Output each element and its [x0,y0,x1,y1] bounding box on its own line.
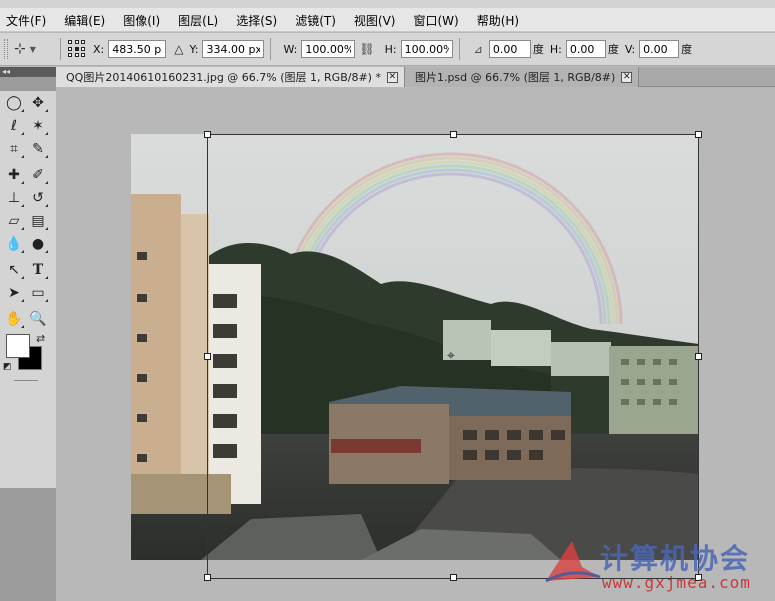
ref-point[interactable] [81,40,86,44]
menu-edit[interactable]: 编辑(E) [64,12,113,29]
transform-pivot-icon[interactable]: ⌖ [447,349,455,363]
hand-icon[interactable]: ✋ [2,308,26,330]
vskew-label: V: [624,42,636,56]
options-bar: ⊹ ▼ X: △ Y: W: ⛓ H: ⊿ 度 H: 度 V: 度 [0,33,775,66]
divider [60,38,61,60]
horizontal-skew-field[interactable] [565,40,606,58]
menu-bar: 文件(F) 编辑(E) 图像(I) 图层(L) 选择(S) 滤镜(T) 视图(V… [0,0,775,32]
brush-icon[interactable]: ✐ [26,164,50,186]
menu-select[interactable]: 选择(S) [236,12,285,29]
default-colors-icon[interactable]: ◩ [3,362,12,372]
transform-handle-bottom[interactable] [450,574,457,581]
reference-point-locator[interactable] [67,39,87,59]
y-position-field[interactable] [202,40,265,58]
link-icon[interactable]: ⛓ [359,42,374,56]
menu-file[interactable]: 文件(F) [6,12,54,29]
ref-point[interactable] [68,46,72,51]
move-icon[interactable]: ✥ [26,92,50,114]
transform-handle-top-right[interactable] [695,131,702,138]
logo-icon [545,541,601,583]
watermark-url: www.gxjmea.com [602,573,751,592]
width-label: W: [283,42,298,56]
menu-view[interactable]: 视图(V) [354,12,404,29]
relative-position-icon[interactable]: △ [174,42,183,56]
hskew-label: H: [549,42,562,56]
menu-filter[interactable]: 滤镜(T) [295,12,344,29]
tool-list: ◯ ✥ ℓ ✶ ⌗ ✎ ✚ ✐ ⊥ ↺ ▱ ▤ 💧 ● ↖ T ➤ ▭ ✋ 🔍 … [0,91,56,488]
close-icon[interactable]: ✕ [386,71,398,83]
ref-point[interactable] [81,53,86,58]
vertical-skew-field[interactable] [639,40,680,58]
lasso-icon[interactable]: ℓ [2,115,26,137]
ref-point-center[interactable] [74,46,79,51]
direct-selection-icon[interactable]: ➤ [2,282,26,304]
tools-panel: ◂◂ ◯ ✥ ℓ ✶ ⌗ ✎ ✚ ✐ ⊥ ↺ ▱ ▤ 💧 ● ↖ T ➤ ▭ ✋… [0,67,56,601]
swap-colors-icon[interactable]: ⇄ [36,332,45,345]
path-selection-icon[interactable]: ↖ [2,259,26,281]
menu-help[interactable]: 帮助(H) [477,12,527,29]
width-field[interactable] [301,40,356,58]
ref-point[interactable] [81,46,86,51]
color-swatches: ⇄ ◩ [0,330,56,390]
ref-point[interactable] [74,53,79,58]
crop-icon[interactable]: ⌗ [2,138,26,160]
watermark: 计算机协会 www.gxjmea.com [542,535,772,599]
collapse-icon[interactable]: ◂◂ [0,67,56,77]
quick-mask-toggle[interactable] [14,380,38,382]
divider [270,38,272,60]
hskew-unit: 度 [607,43,619,56]
x-position-field[interactable] [108,40,167,58]
divider [458,38,460,60]
menu-window[interactable]: 窗口(W) [413,12,466,29]
x-label: X: [93,42,105,56]
transform-handle-top-left[interactable] [204,131,211,138]
tab-document-1[interactable]: QQ图片20140610160231.jpg @ 66.7% (图层 1, RG… [56,67,405,87]
rotate-angle-icon: ⊿ [473,42,483,56]
ref-point[interactable] [68,53,72,58]
eraser-icon[interactable]: ▱ [2,210,26,232]
elliptical-marquee-icon[interactable]: ◯ [2,92,26,114]
height-label: H: [384,42,397,56]
canvas-area[interactable]: ⌖ [56,88,775,601]
y-label: Y: [189,42,199,56]
tab-label: QQ图片20140610160231.jpg @ 66.7% (图层 1, RG… [66,71,381,84]
dodge-icon[interactable]: ● [26,233,50,255]
foreground-color-swatch[interactable] [6,334,30,358]
chevron-down-icon: ▼ [29,44,36,54]
height-field[interactable] [400,40,453,58]
transform-handle-top[interactable] [450,131,457,138]
transform-handle-bottom-left[interactable] [204,574,211,581]
tab-label: 图片1.psd @ 66.7% (图层 1, RGB/8#) [414,71,616,84]
clone-stamp-icon[interactable]: ⊥ [2,187,26,209]
tool-preset-picker[interactable]: ⊹ ▼ [14,41,54,57]
gradient-icon[interactable]: ▤ [26,210,50,232]
transform-handle-right[interactable] [695,353,702,360]
type-icon[interactable]: T [26,259,50,281]
tab-document-2[interactable]: 图片1.psd @ 66.7% (图层 1, RGB/8#) ✕ [404,67,640,87]
ref-point[interactable] [74,40,79,44]
history-brush-icon[interactable]: ↺ [26,187,50,209]
close-icon[interactable]: ✕ [621,71,633,83]
menu-image[interactable]: 图像(I) [123,12,168,29]
rotation-unit: 度 [532,43,544,56]
photo-illustration [131,134,699,560]
blur-icon[interactable]: 💧 [2,233,26,255]
move-transform-icon: ⊹ [14,41,26,57]
healing-brush-icon[interactable]: ✚ [2,164,26,186]
zoom-icon[interactable]: 🔍 [26,308,50,330]
document-tabs: QQ图片20140610160231.jpg @ 66.7% (图层 1, RG… [56,67,775,87]
magic-wand-icon[interactable]: ✶ [26,115,50,137]
menu-list: 文件(F) 编辑(E) 图像(I) 图层(L) 选择(S) 滤镜(T) 视图(V… [6,12,537,29]
document-image[interactable] [131,134,699,560]
rotation-field[interactable] [488,40,531,58]
menu-layer[interactable]: 图层(L) [178,12,226,29]
transform-handle-left[interactable] [204,353,211,360]
vskew-unit: 度 [681,43,693,56]
watermark-text: 计算机协会 [600,542,751,575]
ref-point[interactable] [68,40,72,44]
title-strip [0,0,775,8]
eyedropper-icon[interactable]: ✎ [26,138,50,160]
options-grip[interactable] [4,39,8,59]
rectangle-shape-icon[interactable]: ▭ [26,282,50,304]
